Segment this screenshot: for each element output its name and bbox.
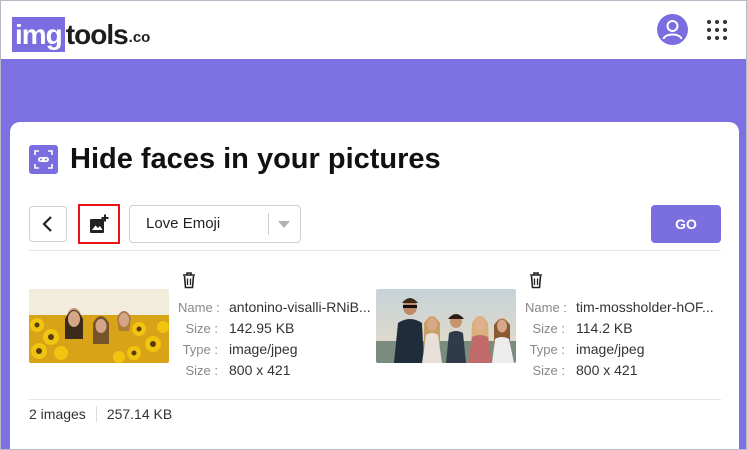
face-mask-icon [29, 144, 58, 174]
file-dimensions-label: Size : [185, 363, 218, 378]
divider-top [29, 250, 721, 251]
file-name-row: Name : antonino-visalli-RNiB... [178, 297, 371, 318]
chevron-down-icon[interactable] [278, 221, 290, 228]
logo-tools-text: tools [65, 19, 129, 50]
page-title: Hide faces in your pictures [70, 142, 441, 175]
trash-icon[interactable] [527, 271, 545, 289]
logo-img-text: img [12, 17, 65, 52]
file-dimensions-label: Size : [532, 363, 565, 378]
emoji-select-value: Love Emoji [146, 215, 221, 232]
file-dimensions-row: Size : 800 x 421 [525, 360, 714, 381]
file-name: tim-mossholder-hOF... [576, 299, 714, 315]
go-button[interactable]: GO [651, 205, 721, 243]
chevron-left-icon [42, 216, 52, 232]
file-type: image/jpeg [229, 341, 298, 357]
apps-grid-icon[interactable] [707, 20, 727, 40]
summary-divider [95, 406, 97, 422]
file-dimensions: 800 x 421 [229, 362, 291, 378]
file-size: 114.2 KB [576, 320, 633, 336]
app-frame: img tools .co Hide faces in your picture… [0, 0, 747, 450]
file-size-row: Size : 142.95 KB [178, 318, 371, 339]
summary-bar: 2 images 257.14 KB [29, 405, 172, 423]
file-type-label: Type : [182, 342, 218, 357]
file-dimensions: 800 x 421 [576, 362, 638, 378]
top-header: img tools .co [1, 1, 746, 59]
add-image-button[interactable] [78, 204, 120, 244]
file-type-label: Type : [529, 342, 565, 357]
total-size: 257.14 KB [106, 406, 173, 422]
emoji-select[interactable]: Love Emoji [129, 205, 301, 243]
select-divider [268, 213, 269, 235]
file-thumbnail [29, 289, 169, 363]
file-name-label: Name : [178, 300, 220, 315]
file-name: antonino-visalli-RNiB... [229, 299, 371, 315]
page-title-row: Hide faces in your pictures [29, 141, 441, 177]
file-name-label: Name : [525, 300, 567, 315]
account-circle-icon[interactable] [657, 14, 688, 45]
imgtools-logo[interactable]: img tools .co [12, 16, 150, 52]
back-button[interactable] [29, 206, 67, 242]
file-size-label: Size : [532, 321, 565, 336]
image-count: 2 images [29, 406, 86, 422]
file-thumbnail [376, 289, 516, 363]
file-meta: Name : antonino-visalli-RNiB... Size : 1… [178, 297, 371, 381]
file-dimensions-row: Size : 800 x 421 [178, 360, 371, 381]
file-meta: Name : tim-mossholder-hOF... Size : 114.… [525, 297, 714, 381]
file-type: image/jpeg [576, 341, 645, 357]
file-size-row: Size : 114.2 KB [525, 318, 714, 339]
divider-bottom [29, 399, 721, 400]
logo-tld-text: .co [128, 29, 151, 46]
trash-icon[interactable] [180, 271, 198, 289]
file-name-row: Name : tim-mossholder-hOF... [525, 297, 714, 318]
add-photo-icon [90, 214, 109, 233]
file-size-label: Size : [185, 321, 218, 336]
file-type-row: Type : image/jpeg [525, 339, 714, 360]
file-size: 142.95 KB [229, 320, 295, 336]
file-type-row: Type : image/jpeg [178, 339, 371, 360]
